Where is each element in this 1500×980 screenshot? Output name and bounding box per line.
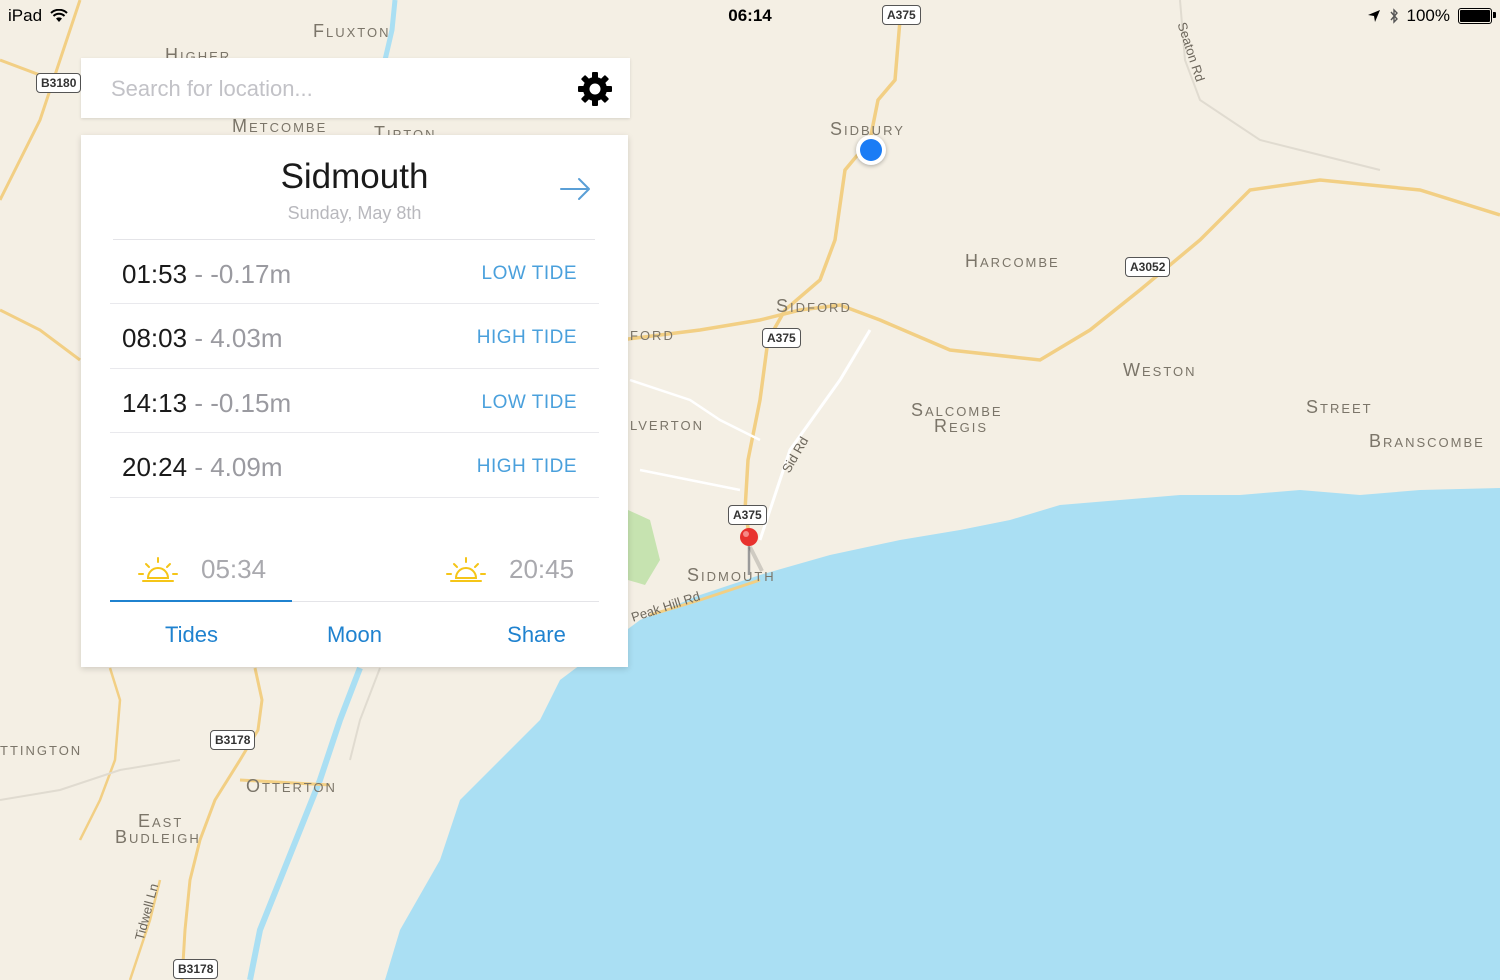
map-label-branscombe: Branscombe [1369,431,1485,451]
map-label-otterton: Otterton [246,776,337,796]
sunrise: 05:34 [137,551,266,587]
road-sign-a3052: A3052 [1125,257,1171,277]
map-label-ford: ford [630,324,675,344]
tide-type: LOW TIDE [481,392,577,413]
road-sign-b3180: B3180 [36,73,82,93]
location-title: Sidmouth [280,157,429,196]
road-sign-a375: A375 [762,328,801,348]
map-label-harcombe: Harcombe [965,251,1060,271]
map-label-weston: Weston [1123,360,1197,380]
map-label-sidford: Sidford [776,296,852,316]
status-bar: iPad 06:14 100% [0,0,1500,30]
map-label-budleigh: Budleigh [115,827,201,847]
sunset-icon [446,557,486,582]
tide-height: -0.17m [210,259,292,289]
road-sign-b3178: B3178 [173,959,219,979]
tide-date: Sunday, May 8th [287,203,422,223]
tide-time: 20:24 [122,452,188,482]
map-label-lverton: lverton [630,414,704,434]
location-pin-icon[interactable] [738,527,764,577]
tide-type: HIGH TIDE [476,327,577,348]
tide-time: 08:03 [122,323,188,353]
tide-type: HIGH TIDE [476,456,577,477]
arrow-right-icon[interactable] [559,176,593,202]
active-tab-indicator [110,600,292,602]
tide-row[interactable]: 20:24 - 4.09m HIGH TIDE [110,432,599,498]
map-label-street: Street [1306,397,1373,417]
map-label-metcombe: Metcombe [232,116,328,136]
user-location-dot[interactable] [856,135,886,165]
tide-height: -0.15m [210,388,292,418]
tide-height: 4.03m [210,323,283,353]
tide-row[interactable]: 08:03 - 4.03m HIGH TIDE [110,303,599,368]
sunrise-time: 05:34 [201,553,267,584]
road-sign-b3178: B3178 [210,730,256,750]
tide-row[interactable]: 14:13 - -0.15m LOW TIDE [110,368,599,433]
map-label-ttington: ttington [0,739,83,759]
search-input[interactable] [109,70,553,108]
map-label-regis: Regis [934,416,989,436]
tab-moon[interactable]: Moon [273,622,436,648]
location-arrow-icon [1367,10,1380,22]
sunset-time: 20:45 [509,553,575,584]
tide-time: 01:53 [122,259,188,289]
tide-card: Sidmouth Sunday, May 8th 01:53 - -0.17m … [81,135,628,667]
tab-tides[interactable]: Tides [110,622,273,648]
road-sign-a375: A375 [728,505,767,525]
gear-icon[interactable] [576,70,614,108]
tab-bar: Tides Moon Share [110,600,599,668]
tide-height: 4.09m [210,452,283,482]
tide-time: 14:13 [122,388,188,418]
battery-icon [1458,8,1496,24]
bluetooth-icon [1389,8,1398,24]
sunset: 20:45 [445,551,574,587]
battery-percent: 100% [1406,6,1450,25]
sunrise-icon [138,557,178,582]
status-time: 06:14 [728,6,772,25]
tide-row[interactable]: 01:53 - -0.17m LOW TIDE [110,240,599,304]
search-bar [81,58,630,118]
tab-share[interactable]: Share [455,622,618,648]
tide-type: LOW TIDE [481,263,577,284]
